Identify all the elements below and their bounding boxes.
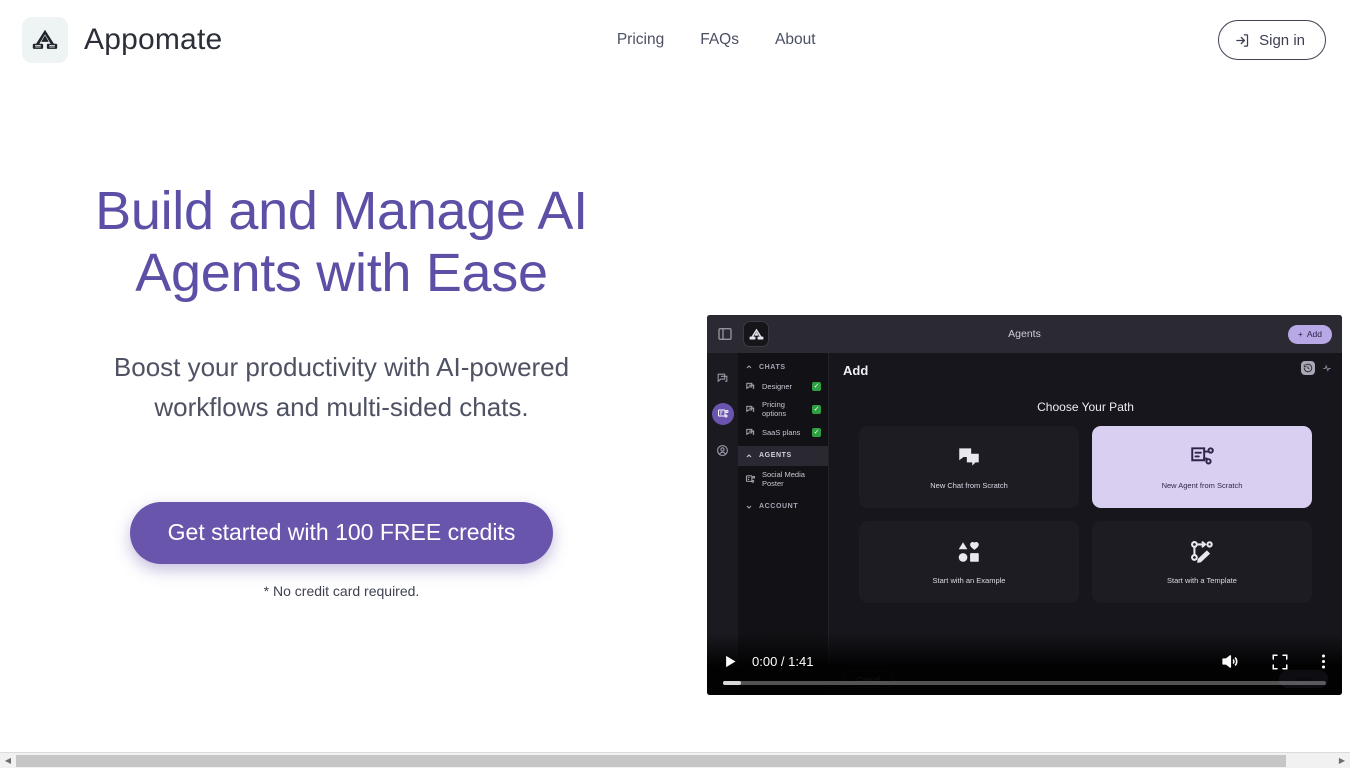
- sidebar-item-label: SaaS plans: [762, 427, 801, 437]
- panel-toggle-icon[interactable]: [717, 326, 733, 342]
- play-icon[interactable]: [723, 653, 738, 670]
- page-title: Build and Manage AI Agents with Ease: [95, 181, 588, 304]
- app-add-label: Add: [1306, 329, 1322, 339]
- nav-link-faqs[interactable]: FAQs: [700, 31, 739, 49]
- sidebar-section-label: AGENTS: [759, 452, 792, 460]
- scrollbar-thumb[interactable]: [16, 754, 1286, 767]
- video-progress-fill: [723, 681, 742, 685]
- cta-container: Get started with 100 FREE credits * No c…: [0, 501, 683, 599]
- choose-path-title: Choose Your Path: [1037, 400, 1134, 414]
- path-card-label: Start with an Example: [932, 576, 1006, 585]
- sidebar-item-social-media-poster[interactable]: Social Media Poster: [738, 466, 828, 493]
- agent-flow-icon: [1189, 444, 1215, 470]
- nav-link-pricing[interactable]: Pricing: [617, 31, 664, 49]
- scroll-right-icon[interactable]: ▶: [1334, 753, 1350, 768]
- fullscreen-icon[interactable]: [1271, 653, 1289, 671]
- path-options-grid: New Chat from Scratch New Agent from Scr…: [843, 426, 1328, 603]
- sidebar-item-saas-plans[interactable]: SaaS plans ✓: [738, 423, 828, 442]
- sidebar-section-chats[interactable]: CHATS: [738, 357, 828, 377]
- check-icon: ✓: [812, 404, 821, 414]
- video-controls-bar: 0:00 / 1:41: [707, 633, 1342, 695]
- chat-icon: [745, 404, 756, 415]
- sign-in-button[interactable]: Sign in: [1218, 20, 1326, 60]
- landing-page: Appomate Pricing FAQs About Sign in Buil…: [0, 0, 1350, 768]
- path-card-start-with-an-example[interactable]: Start with an Example: [859, 521, 1079, 603]
- shapes-icon: [956, 539, 982, 565]
- sidebar-section-account[interactable]: ACCOUNT: [738, 497, 828, 517]
- video-time-label: 0:00 / 1:41: [752, 654, 814, 669]
- agents-rail-icon[interactable]: [711, 403, 734, 425]
- sidebar-item-pricing-options[interactable]: Pricing options ✓: [738, 396, 828, 423]
- chevron-down-icon: [745, 503, 753, 511]
- app-corner-icons: [1301, 361, 1332, 375]
- check-icon: ✓: [812, 427, 821, 437]
- chat-icon: [745, 427, 756, 438]
- site-header: Appomate Pricing FAQs About Sign in: [0, 0, 1350, 80]
- hero-section: Build and Manage AI Agents with Ease Boo…: [0, 80, 1350, 695]
- check-icon: ✓: [812, 382, 821, 391]
- sign-in-label: Sign in: [1259, 31, 1305, 49]
- path-card-start-with-a-template[interactable]: Start with a Template: [1092, 521, 1312, 603]
- sidebar-item-designer[interactable]: Designer ✓: [738, 377, 828, 396]
- sidebar-section-label: CHATS: [759, 363, 786, 371]
- app-topbar: Agents + Add: [707, 315, 1342, 353]
- video-progress-bar[interactable]: [723, 681, 1326, 685]
- demo-video-player[interactable]: Agents + Add CHATS Designer ✓ Pricing op…: [707, 315, 1342, 695]
- app-add-button[interactable]: + Add: [1287, 324, 1332, 344]
- app-logo-icon: [743, 321, 769, 347]
- scroll-left-icon[interactable]: ◀: [0, 753, 16, 768]
- history-icon[interactable]: [1301, 361, 1315, 375]
- appomate-logo-icon: [22, 17, 68, 63]
- app-main-heading: Add: [843, 363, 869, 378]
- brand-logo[interactable]: Appomate: [22, 17, 222, 63]
- get-started-button[interactable]: Get started with 100 FREE credits: [129, 501, 554, 564]
- sidebar-item-label: Pricing options: [762, 400, 787, 419]
- chat-bubbles-icon: [956, 444, 982, 470]
- main-nav: Pricing FAQs About: [617, 31, 816, 49]
- chevron-up-icon: [745, 452, 753, 460]
- scrollbar-track[interactable]: [16, 753, 1334, 768]
- hero-subtitle: Boost your productivity with AI-powered …: [113, 352, 570, 422]
- chat-icon: [745, 381, 756, 392]
- video-controls-right: [1220, 652, 1326, 671]
- path-card-label: Start with a Template: [1167, 576, 1237, 585]
- path-card-label: New Agent from Scratch: [1161, 481, 1243, 490]
- activity-icon[interactable]: [1322, 363, 1332, 373]
- video-controls-row: 0:00 / 1:41: [707, 652, 1342, 681]
- sidebar-item-label: Designer: [762, 381, 793, 391]
- template-edit-icon: [1189, 539, 1215, 565]
- path-card-new-chat-from-scratch[interactable]: New Chat from Scratch: [859, 426, 1079, 508]
- chats-rail-icon[interactable]: [712, 367, 734, 389]
- path-card-new-agent-from-scratch[interactable]: New Agent from Scratch: [1092, 426, 1312, 508]
- sidebar-section-agents[interactable]: AGENTS: [738, 445, 828, 466]
- more-options-icon[interactable]: [1321, 652, 1326, 671]
- hero-text-column: Build and Manage AI Agents with Ease Boo…: [0, 80, 683, 695]
- plus-icon: +: [1297, 329, 1303, 339]
- cta-note: * No credit card required.: [263, 582, 420, 599]
- account-rail-icon[interactable]: [712, 439, 734, 461]
- horizontal-scrollbar[interactable]: ◀ ▶: [0, 752, 1350, 768]
- sidebar-section-label: ACCOUNT: [759, 503, 799, 510]
- app-page-title: Agents: [1008, 328, 1041, 340]
- path-card-label: New Chat from Scratch: [930, 481, 1008, 490]
- login-arrow-icon: [1235, 33, 1250, 48]
- nav-link-about[interactable]: About: [775, 31, 816, 49]
- volume-icon[interactable]: [1220, 652, 1239, 671]
- sidebar-item-label: Social Media Poster: [762, 469, 805, 489]
- brand-name: Appomate: [84, 23, 223, 56]
- agent-icon: [745, 474, 756, 485]
- chevron-up-icon: [745, 363, 753, 371]
